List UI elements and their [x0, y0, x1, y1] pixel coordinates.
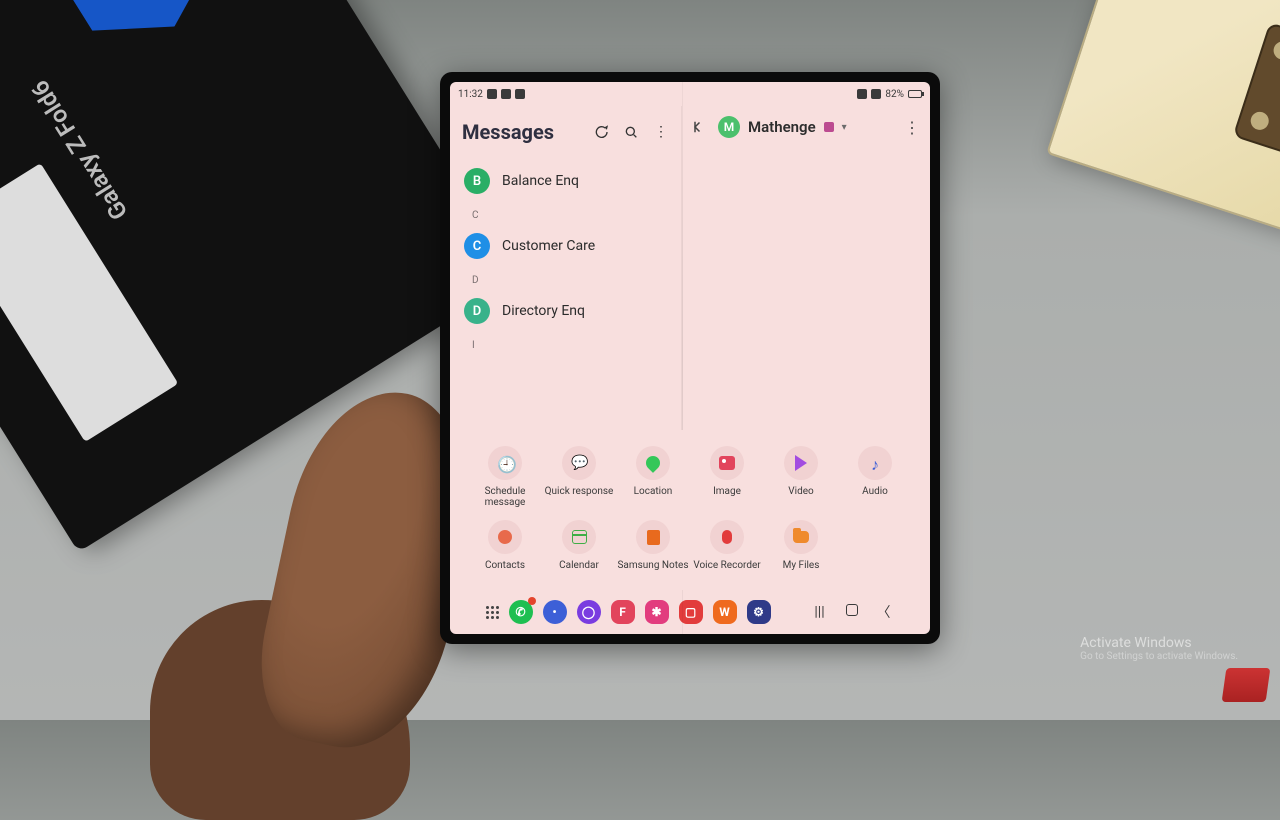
taskbar-app-settings[interactable]: ⚙ [747, 600, 771, 624]
sim-indicator-icon [824, 122, 834, 132]
chevron-down-icon[interactable]: ▾ [842, 122, 847, 133]
avatar: B [464, 168, 490, 194]
taskbar-app[interactable]: W [713, 600, 737, 624]
music-note-icon: ♪ [867, 455, 883, 471]
nav-home[interactable] [841, 604, 863, 620]
attach-schedule-message[interactable]: 🕘 Schedule message [468, 446, 542, 508]
contact-row[interactable]: B Balance Enq [450, 158, 681, 204]
image-icon [719, 456, 735, 470]
taskbar-app-phone[interactable]: ✆ [509, 600, 533, 624]
screen: 11:32 82% Messages [450, 82, 930, 634]
signal-icon [871, 89, 881, 99]
attach-quick-response[interactable]: 💬 Quick response [542, 446, 616, 508]
activate-windows-watermark: Activate Windows Go to Settings to activ… [1080, 635, 1238, 662]
attachment-sheet: 🕘 Schedule message 💬 Quick response Loca… [450, 430, 930, 590]
attach-calendar[interactable]: Calendar [542, 520, 616, 582]
attach-my-files[interactable]: My Files [764, 520, 838, 582]
status-notif-icon [487, 89, 497, 99]
more-icon[interactable]: ⋮ [904, 118, 920, 137]
attach-location[interactable]: Location [616, 446, 690, 508]
back-icon[interactable] [692, 118, 710, 136]
section-letter: I [450, 334, 681, 353]
contact-name: Directory Enq [502, 303, 585, 319]
box-barcode-label [0, 163, 178, 442]
play-icon [795, 455, 807, 471]
mic-icon [722, 530, 732, 544]
attach-image[interactable]: Image [690, 446, 764, 508]
calendar-icon [572, 530, 587, 544]
battery-text: 82% [885, 89, 904, 100]
contact-row[interactable]: D Directory Enq [450, 288, 681, 334]
folder-icon [793, 531, 809, 543]
nav-back[interactable]: 〈 [873, 602, 895, 622]
taskbar: ✆ • ◯ F ✱ ▢ W ⚙ ||| 〈 [450, 590, 930, 634]
app-drawer-icon[interactable] [486, 606, 499, 619]
messages-title: Messages [462, 120, 554, 144]
chat-icon[interactable] [593, 124, 609, 140]
contact-name: Customer Care [502, 238, 595, 254]
status-notif-icon [515, 89, 525, 99]
hinge-icon [1233, 22, 1280, 159]
search-icon[interactable] [623, 124, 639, 140]
warranty-sticker [22, 0, 242, 69]
section-letter: C [450, 204, 681, 223]
contact-name: Balance Enq [502, 173, 579, 189]
chat-contact-name[interactable]: Mathenge [748, 118, 816, 136]
attach-samsung-notes[interactable]: Samsung Notes [616, 520, 690, 582]
person-icon [498, 530, 512, 544]
tablet-device: 11:32 82% Messages [440, 72, 940, 644]
wooden-object [1046, 0, 1280, 234]
chat-bubble-icon: 💬 [571, 455, 587, 471]
status-bar: 11:32 82% [450, 82, 930, 106]
battery-icon [908, 90, 922, 98]
attach-video[interactable]: Video [764, 446, 838, 508]
status-notif-icon [501, 89, 511, 99]
section-letter: D [450, 269, 681, 288]
nav-recents[interactable]: ||| [809, 604, 831, 620]
more-icon[interactable]: ⋮ [653, 124, 669, 140]
attach-contacts[interactable]: Contacts [468, 520, 542, 582]
avatar: D [464, 298, 490, 324]
status-time: 11:32 [458, 89, 483, 100]
signal-icon [857, 89, 867, 99]
pin-icon [643, 453, 663, 473]
contact-row[interactable]: C Customer Care [450, 223, 681, 269]
avatar: M [718, 116, 740, 138]
attach-voice-recorder[interactable]: Voice Recorder [690, 520, 764, 582]
taskbar-app-messages[interactable]: • [543, 600, 567, 624]
attach-audio[interactable]: ♪ Audio [838, 446, 912, 508]
taskbar-app-browser[interactable]: ◯ [577, 600, 601, 624]
notes-icon [647, 530, 660, 545]
avatar: C [464, 233, 490, 259]
hand [150, 440, 490, 780]
clock-icon: 🕘 [497, 455, 513, 471]
taskbar-app[interactable]: F [611, 600, 635, 624]
taskbar-app[interactable]: ✱ [645, 600, 669, 624]
recorder-badge [1222, 668, 1271, 702]
chat-header: M Mathenge ▾ ⋮ [682, 106, 930, 144]
